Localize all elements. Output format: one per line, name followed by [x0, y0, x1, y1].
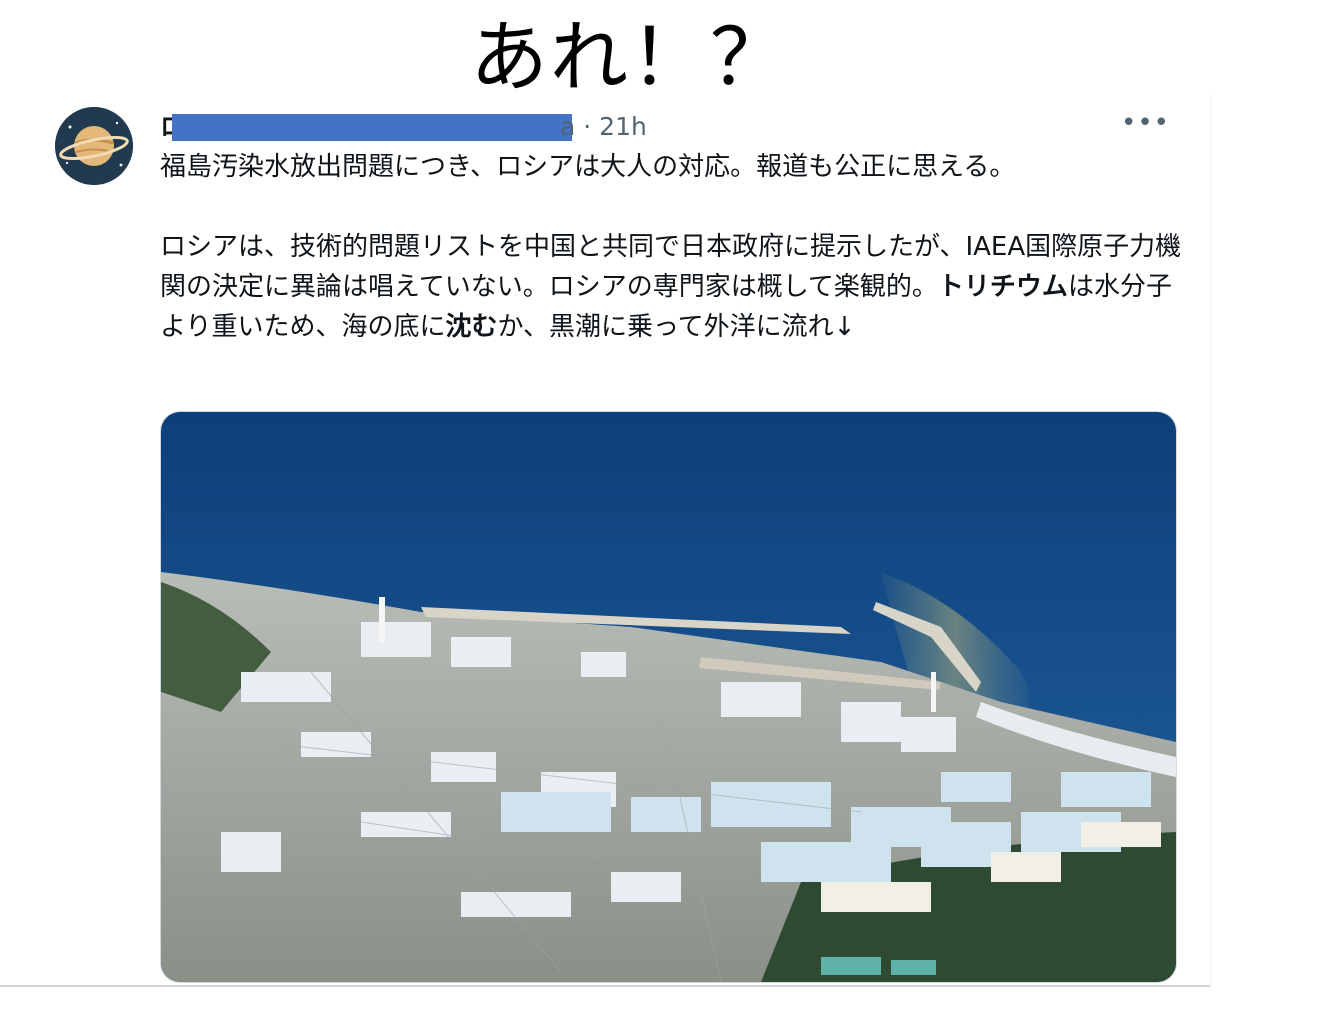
aerial-power-plant-photo [161, 412, 1176, 982]
tweet-text-line1: 福島汚染水放出問題につき、ロシアは大人の対応。報道も公正に思える。 [160, 152, 1016, 182]
bold-tritium: トリチウム [937, 272, 1068, 302]
bold-sink: 沈む [445, 312, 498, 342]
saturn-icon [55, 107, 133, 185]
tweet-photo[interactable] [160, 411, 1177, 983]
tweet-text-part-c: か、黒潮に乗って外洋に流れ↓ [497, 312, 856, 342]
tweet-header: ロ a · 21h ••• [160, 108, 1220, 145]
tweet-text: 福島汚染水放出問題につき、ロシアは大人の対応。報道も公正に思える。 ロシアは、技… [160, 147, 1190, 347]
tweet-text-paragraph2: ロシアは、技術的問題リストを中国と共同で日本政府に提示したが、IAEA国際原子力… [160, 227, 1190, 347]
more-icon[interactable]: ••• [1121, 105, 1170, 141]
avatar[interactable] [55, 107, 133, 185]
redaction-box [172, 114, 572, 141]
tweet-handle-time[interactable]: a · 21h [560, 109, 647, 145]
tweet-card: ロ a · 21h ••• 福島汚染水放出問題につき、ロシアは大人の対応。報道も… [0, 95, 1211, 987]
headline: あれ！？ [469, 13, 790, 103]
